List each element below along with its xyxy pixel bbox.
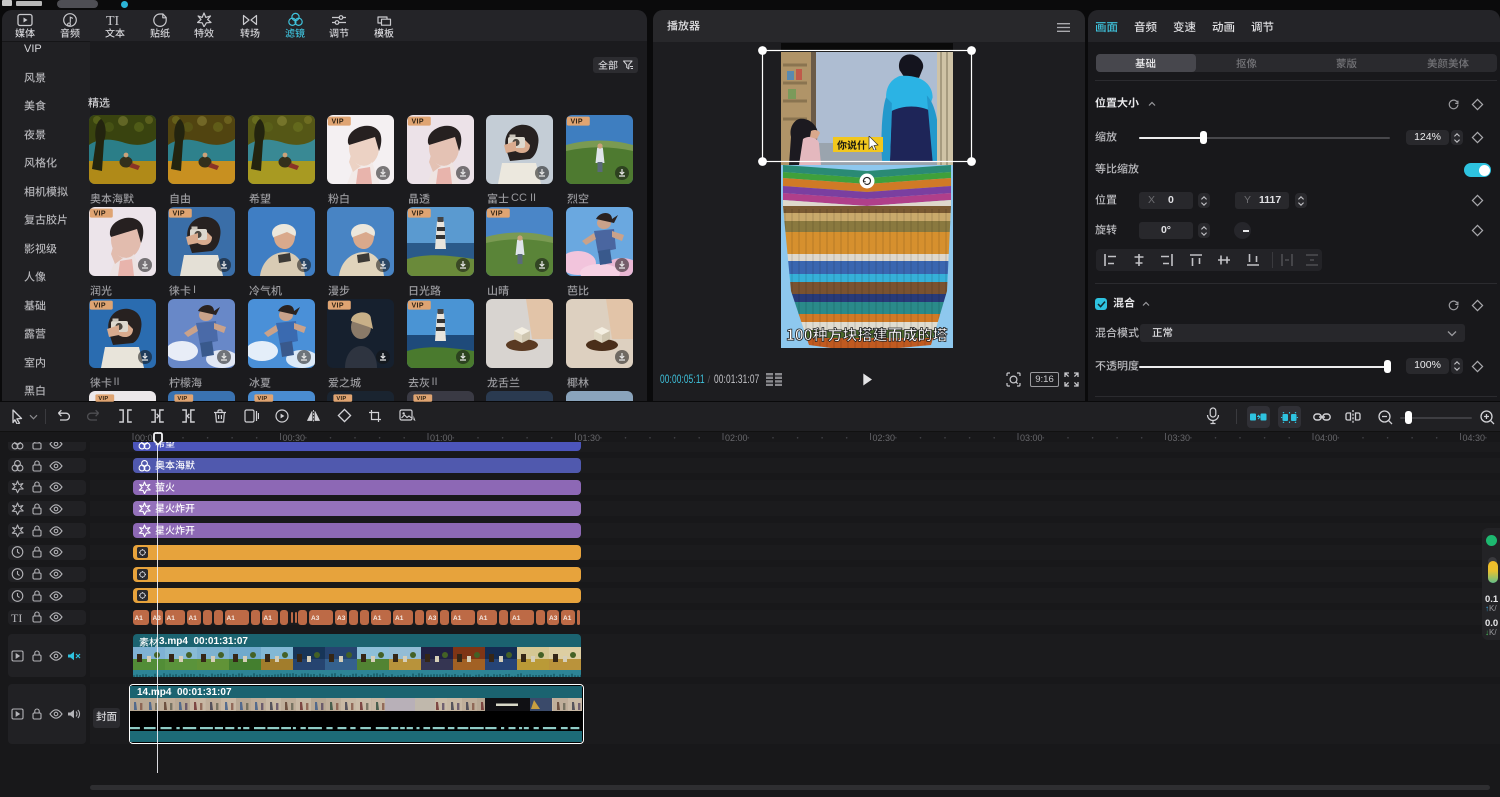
svg-text:02:00: 02:00 bbox=[725, 433, 748, 443]
svg-text:VIP: VIP bbox=[257, 396, 267, 402]
svg-text:VIP: VIP bbox=[416, 396, 426, 402]
svg-text:04:00: 04:00 bbox=[1315, 433, 1338, 443]
svg-text:VIP: VIP bbox=[411, 302, 423, 309]
svg-text:04:30: 04:30 bbox=[1463, 433, 1486, 443]
svg-text:TI: TI bbox=[106, 14, 120, 27]
svg-text:VIP: VIP bbox=[411, 118, 423, 125]
svg-text:VIP: VIP bbox=[332, 302, 344, 309]
svg-text:01:30: 01:30 bbox=[578, 433, 601, 443]
svg-text:VIP: VIP bbox=[336, 396, 346, 402]
svg-text:VIP: VIP bbox=[491, 210, 503, 217]
svg-text:VIP: VIP bbox=[98, 396, 108, 402]
svg-text:VIP: VIP bbox=[411, 210, 423, 217]
svg-text:VIP: VIP bbox=[332, 118, 344, 125]
svg-text:VIP: VIP bbox=[93, 302, 105, 309]
svg-text:TI: TI bbox=[11, 611, 22, 624]
svg-text:03:30: 03:30 bbox=[1168, 433, 1191, 443]
svg-text:02:30: 02:30 bbox=[873, 433, 896, 443]
svg-text:01:00: 01:00 bbox=[430, 433, 453, 443]
svg-text:00:30: 00:30 bbox=[283, 433, 306, 443]
svg-text:VIP: VIP bbox=[570, 118, 582, 125]
svg-text:VIP: VIP bbox=[173, 210, 185, 217]
svg-text:VIP: VIP bbox=[93, 210, 105, 217]
svg-text:03:00: 03:00 bbox=[1020, 433, 1043, 443]
svg-text:VIP: VIP bbox=[177, 396, 187, 402]
